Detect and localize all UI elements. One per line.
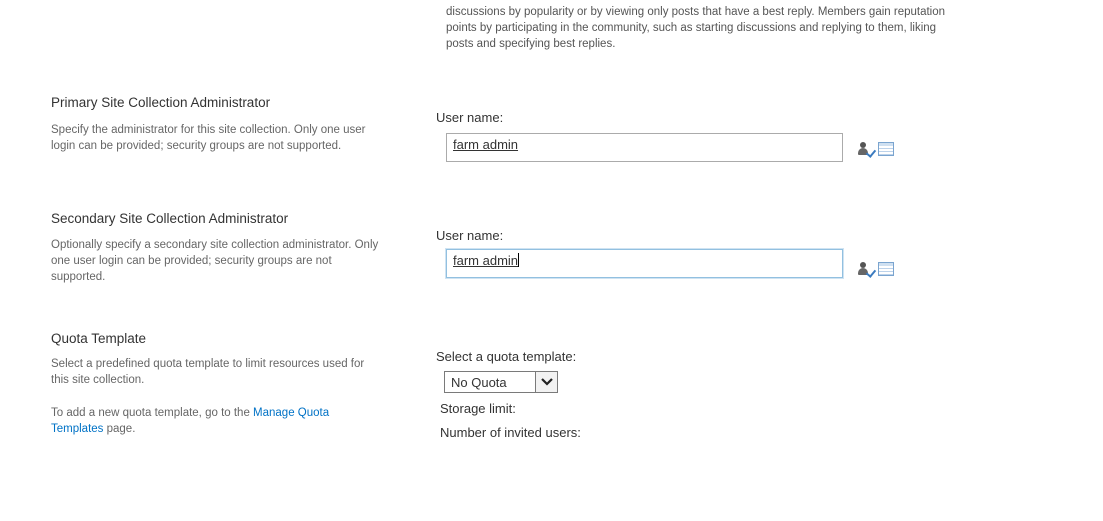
- secondary-admin-title: Secondary Site Collection Administrator: [51, 211, 289, 226]
- chevron-down-icon[interactable]: [535, 372, 557, 392]
- quota-template-description: Select a predefined quota template to li…: [51, 358, 365, 386]
- create-site-collection-form: discussions by popularity or by viewing …: [0, 0, 1103, 521]
- primary-admin-people-picker[interactable]: farm admin: [446, 133, 843, 162]
- primary-admin-title: Primary Site Collection Administrator: [51, 95, 271, 110]
- check-names-icon[interactable]: [858, 262, 877, 278]
- quota-select-label: Select a quota template:: [436, 349, 577, 364]
- quota-template-title: Quota Template: [51, 331, 147, 346]
- secondary-admin-user-label: User name:: [436, 228, 504, 243]
- primary-admin-description: Specify the administrator for this site …: [51, 124, 366, 152]
- primary-admin-resolved-user[interactable]: farm admin: [453, 137, 518, 152]
- secondary-admin-resolved-user[interactable]: farm admin: [453, 253, 518, 268]
- manage-quota-hint: To add a new quota template, go to the M…: [51, 405, 381, 437]
- community-template-description: discussions by popularity or by viewing …: [446, 6, 946, 50]
- primary-admin-picker-actions: [858, 142, 894, 158]
- storage-limit-label: Storage limit:: [440, 401, 516, 416]
- manage-quota-hint-suffix: page.: [103, 423, 136, 435]
- browse-address-book-icon[interactable]: [878, 142, 894, 156]
- check-names-icon[interactable]: [858, 142, 877, 158]
- secondary-admin-picker-actions: [858, 262, 894, 278]
- browse-address-book-icon[interactable]: [878, 262, 894, 276]
- invited-users-label: Number of invited users:: [440, 425, 581, 440]
- secondary-admin-description: Optionally specify a secondary site coll…: [51, 239, 379, 283]
- quota-template-selected-value: No Quota: [451, 374, 507, 390]
- quota-template-select[interactable]: No Quota: [444, 371, 558, 393]
- text-caret: [518, 253, 520, 267]
- secondary-admin-people-picker[interactable]: farm admin: [446, 249, 843, 278]
- primary-admin-user-label: User name:: [436, 110, 504, 125]
- manage-quota-hint-prefix: To add a new quota template, go to the: [51, 407, 254, 419]
